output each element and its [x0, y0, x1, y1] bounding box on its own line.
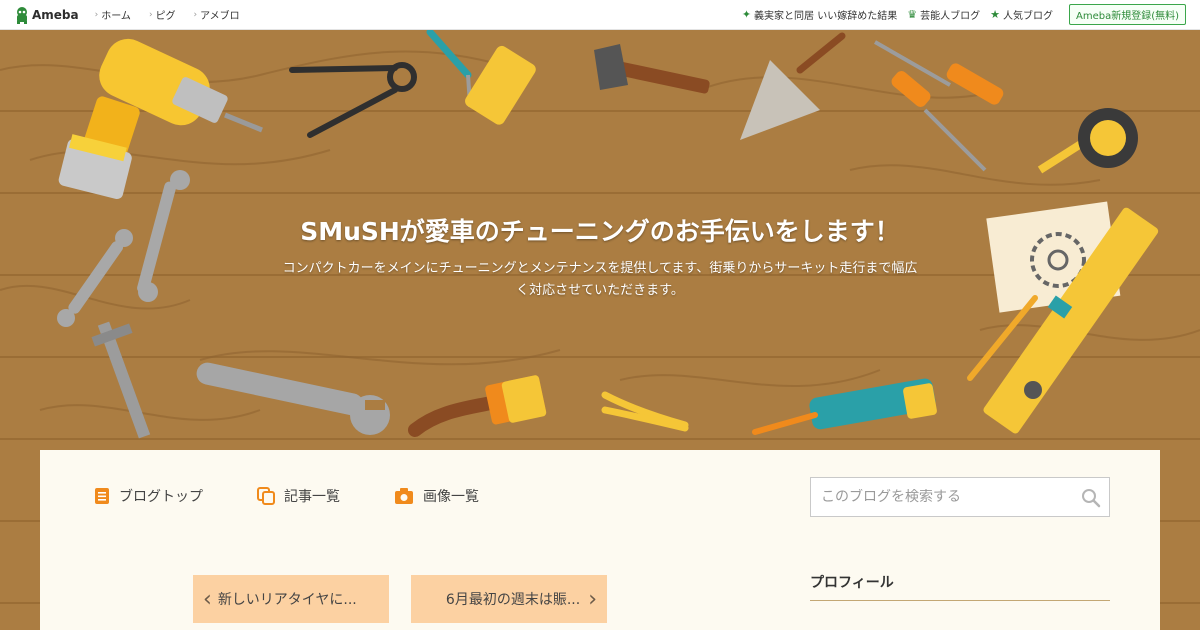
nav-home-link[interactable]: › ホーム — [94, 7, 131, 23]
blog-content-panel: ブログトップ 記事一覧 画像一覧 ‹ 新しいリアタイヤに... — [40, 450, 1160, 630]
nav-ameblo-label: アメブロ — [200, 11, 240, 22]
blog-description: コンパクトカーをメインにチューニングとメンテナンスを提供してます、街乗りからサー… — [282, 261, 918, 298]
nav-home-label: ホーム — [101, 11, 131, 22]
nav-blog-top[interactable]: ブログトップ — [94, 486, 203, 506]
popular-blog-link[interactable]: ★ 人気ブログ — [990, 7, 1053, 22]
camera-icon — [395, 488, 413, 504]
prev-entry-button[interactable]: ‹ 新しいリアタイヤに... — [193, 575, 389, 623]
ameba-logo[interactable]: Ameba — [14, 6, 79, 24]
adjustable-wrench-icon — [196, 362, 390, 435]
search-icon[interactable] — [1081, 488, 1101, 508]
global-header: Ameba › ホーム › ピグ › アメブロ ✦ 義実家と同居 いい嫁辞めた結果 ♛ 芸… — [0, 0, 1200, 30]
chevron-left-icon: ‹ — [203, 586, 212, 612]
nav-image-list[interactable]: 画像一覧 — [394, 486, 479, 506]
paint-brush-icon — [408, 375, 547, 437]
chevron-right-icon: › — [193, 9, 198, 20]
nav-pigg-link[interactable]: › ピグ — [148, 7, 176, 23]
blog-title[interactable]: SMuSHが愛車のチューニングのお手伝いをします！ — [0, 212, 1200, 248]
tape-measure-icon — [1037, 108, 1138, 174]
paint-roller-icon — [426, 30, 536, 125]
prev-entry-label: 新しいリアタイヤに... — [217, 592, 357, 608]
star-icon: ★ — [990, 8, 1000, 21]
nav-image-list-label: 画像一覧 — [423, 489, 479, 505]
chevron-right-icon: › — [588, 586, 597, 612]
blog-search-box — [810, 477, 1110, 517]
popular-blog-label: 人気ブログ — [1002, 11, 1053, 22]
copy-icon — [257, 487, 275, 505]
crown-icon: ♛ — [907, 8, 918, 21]
trending-topic-label: 義実家と同居 いい嫁辞めた結果 — [754, 11, 898, 22]
signup-button[interactable]: Ameba新規登録(無料) — [1068, 4, 1186, 25]
blog-search-input[interactable] — [821, 489, 1071, 505]
cutting-pliers-icon — [601, 391, 689, 432]
nav-ameblo-link[interactable]: › アメブロ — [193, 7, 240, 23]
wrench-icon — [57, 170, 190, 327]
celebrity-blog-label: 芸能人ブログ — [920, 11, 981, 22]
global-left-nav: › ホーム › ピグ › アメブロ — [94, 7, 258, 23]
celebrity-blog-link[interactable]: ♛ 芸能人ブログ — [907, 7, 980, 22]
next-entry-button[interactable]: 6月最初の週末は賑... › — [411, 575, 607, 623]
trowel-icon — [740, 32, 846, 140]
nav-blog-top-label: ブログトップ — [119, 489, 203, 505]
document-icon — [95, 488, 109, 504]
trending-topic-link[interactable]: ✦ 義実家と同居 いい嫁辞めた結果 — [742, 7, 897, 22]
nav-entry-list[interactable]: 記事一覧 — [257, 486, 340, 506]
hammer-icon — [594, 44, 710, 94]
caliper-icon — [91, 321, 151, 439]
sparkle-icon: ✦ — [741, 8, 752, 21]
blog-global-nav: ブログトップ 記事一覧 画像一覧 — [94, 486, 533, 506]
chevron-right-icon: › — [148, 9, 153, 20]
nav-entry-list-label: 記事一覧 — [284, 489, 340, 505]
chevron-right-icon: › — [94, 9, 99, 20]
next-entry-label: 6月最初の週末は賑... — [445, 592, 581, 608]
pincers-icon — [289, 62, 417, 138]
nav-pigg-label: ピグ — [155, 11, 176, 22]
drill-icon — [58, 38, 263, 200]
screwdriver-icon — [874, 40, 1004, 172]
ameba-mascot-icon — [17, 6, 27, 24]
global-right-nav: ✦ 義実家と同居 いい嫁辞めた結果 ♛ 芸能人ブログ ★ 人気ブログ Ameba新規登… — [742, 4, 1186, 25]
profile-heading: プロフィール — [810, 572, 1110, 601]
logo-text: Ameba — [32, 7, 79, 22]
